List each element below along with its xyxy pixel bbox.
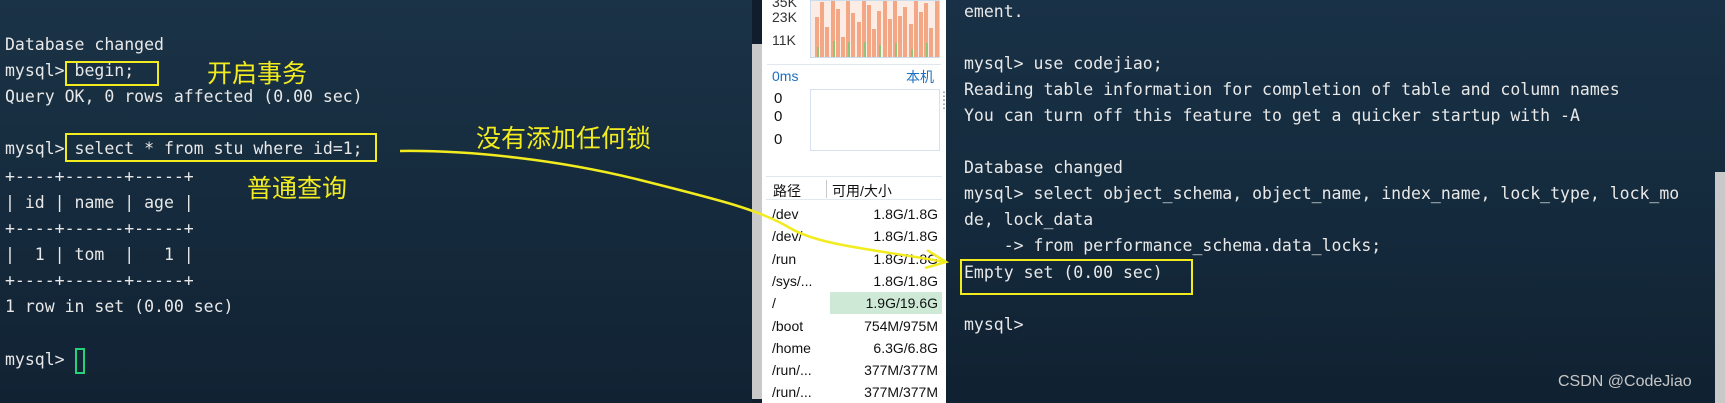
annotation-normal-query: 普通查询	[247, 174, 348, 203]
traffic-bar	[887, 19, 892, 57]
disk-path: /dev	[772, 206, 799, 222]
traffic-bar	[835, 9, 840, 57]
right-terminal-scrollbar[interactable]	[1715, 172, 1725, 403]
disk-row[interactable]: /run/... 377M/377M	[766, 381, 942, 403]
traffic-bar	[856, 22, 861, 57]
terminal-line: de, lock_data	[964, 210, 1094, 229]
annotation-begin-transaction: 开启事务	[207, 59, 308, 88]
traffic-bar	[898, 16, 903, 57]
terminal-cursor	[75, 348, 85, 374]
highlight-empty-set	[960, 259, 1193, 295]
disk-path: /dev/	[772, 228, 803, 245]
disk-size: 754M/975M	[864, 317, 938, 334]
terminal-line: mysql> use codejiao;	[964, 54, 1163, 73]
column-header-size[interactable]: 可用/大小	[832, 181, 892, 201]
traffic-bar	[910, 49, 913, 57]
traffic-bar	[863, 42, 866, 57]
chart-y-label: 11K	[772, 32, 796, 48]
terminal-line: Database changed	[5, 35, 164, 54]
terminal-prompt: mysql>	[964, 315, 1024, 334]
highlight-begin	[65, 61, 159, 86]
terminal-line: +----+------+-----+	[5, 271, 194, 290]
disk-path: /run/...	[772, 384, 812, 401]
latency-chart	[810, 89, 940, 151]
disk-row[interactable]: /run 1.8G/1.8G	[766, 248, 942, 270]
latency-value: 0	[774, 131, 783, 148]
scope-selector[interactable]: 本机	[906, 67, 934, 87]
highlight-select	[65, 133, 377, 162]
disk-path: /home	[772, 339, 811, 356]
disk-size: 377M/377M	[864, 384, 938, 401]
column-divider	[826, 180, 827, 198]
left-terminal-scrollbar[interactable]	[752, 44, 762, 399]
terminal-line: Query OK, 0 rows affected (0.00 sec)	[5, 87, 363, 106]
terminal-line: | id | name | age |	[5, 193, 194, 212]
divider	[767, 64, 941, 65]
traffic-bar	[848, 42, 851, 57]
disk-path: /boot	[772, 317, 804, 334]
traffic-bar	[872, 29, 877, 57]
disk-row[interactable]: /dev/1.8G/1.8G	[766, 225, 942, 247]
disk-size: 1.8G/1.8G	[873, 228, 938, 245]
annotation-no-lock: 没有添加任何锁	[476, 124, 652, 153]
traffic-bar	[825, 27, 830, 57]
resource-monitor-panel: 35K 23K 11K 0ms 本机 0 0 0 ⋮ ⋮ 路径 可用/大小 /de…	[762, 0, 950, 403]
disk-row[interactable]: /sys/... 1.8G/1.8G	[766, 270, 942, 292]
network-chart	[810, 0, 940, 58]
latency-value: 0	[774, 90, 783, 107]
disk-row[interactable]: / 1.9G/19.6G	[766, 292, 942, 315]
traffic-bar	[867, 5, 871, 57]
traffic-bar	[841, 37, 845, 57]
traffic-bar	[895, 43, 897, 57]
right-terminal-window[interactable]: ement. mysql> use codejiao; Reading tabl…	[946, 0, 1725, 403]
disk-path: /sys/...	[772, 272, 813, 289]
latency-value: 0	[774, 108, 783, 125]
terminal-line: mysql> select object_schema, object_name…	[964, 184, 1680, 203]
watermark: CSDN @CodeJiao	[1558, 373, 1692, 390]
disk-size: 6.3G/6.8G	[873, 339, 938, 356]
traffic-bar	[913, 1, 918, 57]
disk-size: 1.8G/1.8G	[873, 206, 938, 222]
disk-row[interactable]: /dev 1.8G/1.8G	[766, 203, 942, 225]
chart-y-label: 23K	[772, 9, 797, 25]
traffic-bar	[879, 45, 882, 57]
traffic-bar	[919, 12, 923, 57]
traffic-bar	[851, 13, 856, 57]
terminal-line: -> from performance_schema.data_locks;	[964, 236, 1382, 255]
disk-table-header: 路径 可用/大小	[766, 176, 942, 200]
terminal-line: 1 row in set (0.00 sec)	[5, 297, 234, 316]
disk-size: 1.8G/1.8G	[873, 272, 938, 289]
disk-path: /run	[772, 250, 797, 267]
column-header-path[interactable]: 路径	[773, 181, 801, 201]
terminal-line: You can turn off this feature to get a q…	[964, 106, 1580, 125]
traffic-bar	[903, 7, 908, 57]
disk-size: 377M/377M	[864, 362, 938, 379]
traffic-bar	[929, 28, 934, 57]
disk-row[interactable]: /run/... 377M/377M	[766, 359, 942, 381]
disk-path: /	[772, 295, 776, 312]
disk-size: 1.8G/1.8G	[873, 250, 938, 267]
disk-path: /run/...	[772, 362, 812, 379]
terminal-line: | 1 | tom | 1 |	[5, 245, 194, 264]
traffic-bar	[882, 1, 887, 57]
latency-label: 0ms	[772, 68, 799, 84]
disk-row[interactable]: /home 6.3G/6.8G	[766, 337, 942, 359]
terminal-prompt: mysql>	[5, 350, 75, 369]
traffic-bar	[832, 41, 835, 57]
terminal-line: ement.	[964, 2, 1024, 21]
traffic-bar	[926, 43, 929, 57]
terminal-line: +----+------+-----+	[5, 167, 194, 186]
traffic-bar	[820, 2, 825, 57]
terminal-line: +----+------+-----+	[5, 219, 194, 238]
traffic-bar	[817, 47, 819, 57]
terminal-line: Database changed	[964, 158, 1123, 177]
disk-row[interactable]: /boot 754M/975M	[766, 315, 942, 337]
disk-size: 1.9G/19.6G	[865, 295, 938, 312]
traffic-bar	[934, 1, 939, 57]
terminal-line: Reading table information for completion…	[964, 80, 1620, 99]
